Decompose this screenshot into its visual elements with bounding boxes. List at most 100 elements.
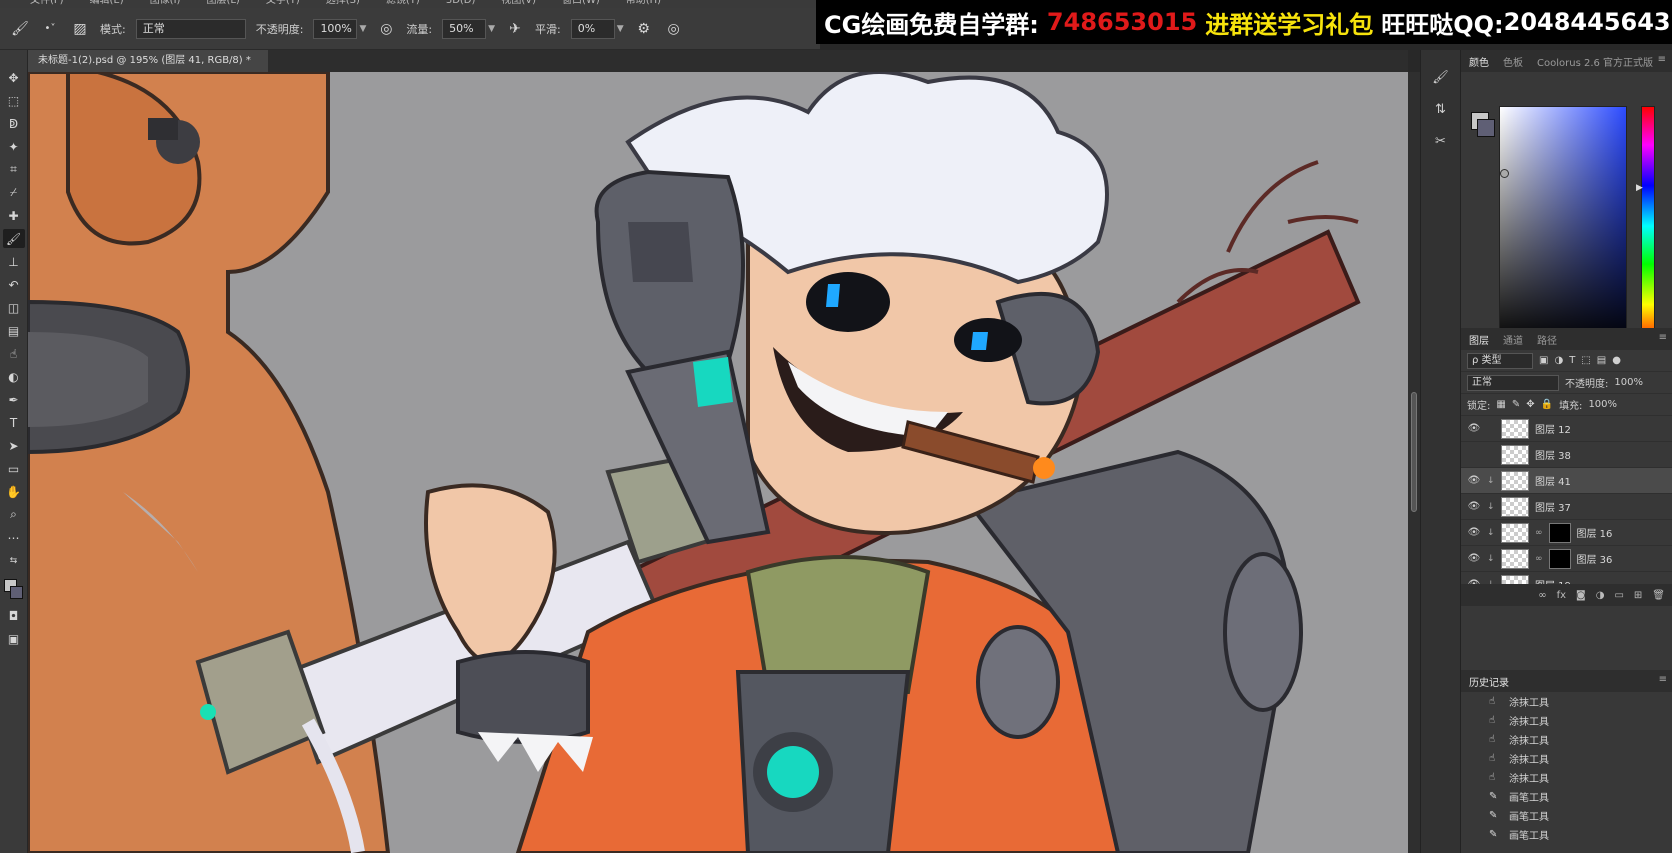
path-selection-tool-icon[interactable]: ➤ [3,436,25,455]
history-item[interactable]: ✎ 画笔工具 [1461,825,1672,844]
layer-row[interactable]: 👁 ↓ ∞ 图层 36 [1461,546,1672,572]
eye-icon[interactable]: 👁 [1467,553,1481,564]
eye-icon[interactable]: 👁 [1467,527,1481,538]
brush-panel-toggle-icon[interactable]: ▨ [70,19,90,39]
link-icon[interactable]: ∞ [1535,528,1543,538]
menu-item-help[interactable]: 帮助(H) [626,0,661,8]
brush-settings-icon[interactable]: 🖌 [1429,66,1453,88]
adjustment-layer-icon[interactable]: ◑ [1596,590,1605,601]
brush-tool-icon[interactable]: 🖌 [2,229,25,248]
menu-item-3d[interactable]: 3D(D) [446,0,476,8]
tab-channels[interactable]: 通道 [1503,332,1523,347]
gear-icon[interactable]: ⚙ [634,19,654,39]
layer-mask-thumbnail[interactable] [1548,522,1571,543]
filter-smart-object-icon[interactable]: ▤ [1597,355,1606,366]
tab-coolorus[interactable]: Coolorus 2.6 官方正式版 [1537,54,1653,69]
layer-row[interactable]: 👁 ↓ ∞ 图层 16 [1461,520,1672,546]
tool-presets-icon[interactable]: ✂ [1429,130,1453,152]
blend-mode-select[interactable]: 正常 [1467,374,1559,391]
history-item[interactable]: ☝ 涂抹工具 [1461,768,1672,787]
document-tab[interactable]: 未标题-1(2).psd @ 195% (图层 41, RGB/8) * × [28,50,268,88]
new-layer-icon[interactable]: ⊞ [1634,590,1642,601]
menu-item-select[interactable]: 选择(S) [326,0,360,8]
menu-item-view[interactable]: 视图(V) [501,0,536,8]
lock-transparent-icon[interactable]: ▦ [1496,399,1505,410]
menu-item-layer[interactable]: 图层(L) [206,0,239,8]
menu-item-window[interactable]: 窗口(W) [562,0,600,8]
history-brush-tool-icon[interactable]: ↶ [3,275,25,294]
panel-menu-icon[interactable]: ≡ [1659,332,1667,343]
mode-select[interactable]: 正常 [135,18,246,39]
new-group-icon[interactable]: ▭ [1614,590,1623,601]
background-color[interactable] [9,586,23,599]
flow-input[interactable]: 50% [442,18,487,39]
airbrush-icon[interactable]: ✈ [505,19,525,39]
eye-icon[interactable]: 👁 [1467,423,1481,434]
flow-dropdown-icon[interactable]: ▼ [488,24,495,34]
history-item[interactable]: ✎ 画笔工具 [1461,787,1672,806]
filter-type-icon[interactable]: T [1569,355,1575,366]
eraser-tool-icon[interactable]: ◫ [3,298,25,317]
eye-icon[interactable]: 👁 [1467,501,1481,512]
background-color-chip[interactable] [1477,119,1495,137]
menu-item-image[interactable]: 图像(I) [150,0,181,8]
layer-opacity-value[interactable]: 100% [1614,377,1643,388]
add-mask-icon[interactable]: ◙ [1576,590,1586,601]
filter-pixel-icon[interactable]: ▣ [1539,355,1548,366]
history-item[interactable]: ✎ 画笔工具 [1461,806,1672,825]
pressure-size-icon[interactable]: ◎ [664,19,684,39]
saturation-value-field[interactable] [1499,106,1627,346]
link-icon[interactable]: ∞ [1535,554,1543,564]
layer-row[interactable]: 图层 38 [1461,442,1672,468]
clone-stamp-tool-icon[interactable]: ⊥ [3,252,25,271]
layer-filter-select[interactable]: ρ 类型 [1467,352,1533,369]
opacity-input[interactable]: 100% [313,18,358,39]
filter-adjustment-icon[interactable]: ◑ [1554,355,1563,366]
dodge-tool-icon[interactable]: ◐ [3,367,25,386]
tab-swatches[interactable]: 色板 [1503,54,1523,69]
fill-value[interactable]: 100% [1588,399,1617,410]
menu-item-file[interactable]: 文件(F) [30,0,64,8]
tab-paths[interactable]: 路径 [1537,332,1557,347]
pen-tool-icon[interactable]: ✒ [3,390,25,409]
lasso-tool-icon[interactable]: ↁ [3,114,25,133]
layer-row-selected[interactable]: 👁 ↓ 图层 41 [1461,468,1672,494]
brush-size-icon[interactable]: •˅ [40,19,60,39]
layer-row[interactable]: 👁 ↓ 图层 37 [1461,494,1672,520]
smoothing-input[interactable]: 0% [570,18,615,39]
menu-item-edit[interactable]: 编辑(E) [90,0,124,8]
layer-row[interactable]: 👁 图层 12 [1461,416,1672,442]
menu-item-type[interactable]: 文字(Y) [266,0,300,8]
filter-toggle-icon[interactable]: ● [1612,355,1621,366]
smudge-tool-icon[interactable]: ☝ [3,344,25,363]
brush-preset-icon[interactable]: 🖌 [10,19,30,39]
history-item[interactable]: ☝ 涂抹工具 [1461,749,1672,768]
eye-icon[interactable]: 👁 [1467,475,1481,486]
type-tool-icon[interactable]: T [3,413,25,432]
adjustments-icon[interactable]: ⇅ [1429,98,1453,120]
magic-wand-tool-icon[interactable]: ✦ [3,137,25,156]
lock-all-icon[interactable]: 🔒 [1541,399,1553,410]
hue-slider-handle[interactable]: ▶ [1636,183,1643,193]
gradient-tool-icon[interactable]: ▤ [3,321,25,340]
hue-slider[interactable]: ▶ [1636,106,1655,346]
tab-color[interactable]: 颜色 [1469,54,1489,69]
lock-position-icon[interactable]: ✥ [1526,399,1534,410]
opacity-dropdown-icon[interactable]: ▼ [359,24,366,34]
history-item[interactable]: ☝ 涂抹工具 [1461,711,1672,730]
canvas-vertical-scrollbar[interactable] [1408,72,1420,853]
pressure-opacity-icon[interactable]: ◎ [376,19,396,39]
healing-brush-tool-icon[interactable]: ✚ [3,206,25,225]
crop-tool-icon[interactable]: ⌗ [3,160,25,179]
history-item[interactable]: ☝ 涂抹工具 [1461,692,1672,711]
move-tool-icon[interactable]: ✥ [3,68,25,87]
smoothing-dropdown-icon[interactable]: ▼ [617,24,624,34]
lock-image-icon[interactable]: ✎ [1512,399,1520,410]
zoom-tool-icon[interactable]: ⌕ [3,505,25,524]
swap-colors-icon[interactable]: ⇆ [3,551,25,570]
scrollbar-thumb[interactable] [1411,392,1417,512]
fx-icon[interactable]: fx [1557,590,1566,601]
screen-mode-icon[interactable]: ▣ [3,629,25,648]
color-swatches[interactable] [3,578,25,602]
panel-menu-icon[interactable]: ≡ [1659,674,1667,685]
